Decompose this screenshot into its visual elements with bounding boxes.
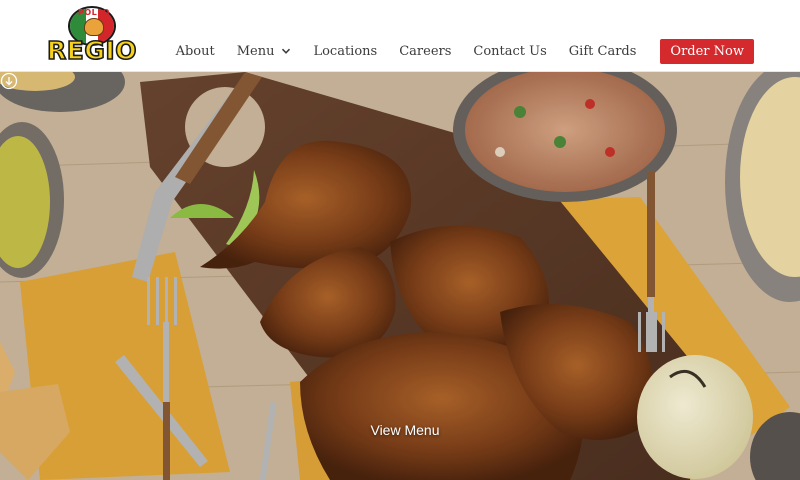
nav-gift-cards-label: Gift Cards — [568, 43, 637, 59]
hero-food-image — [0, 72, 800, 480]
logo-top-text: POLLO — [78, 8, 110, 17]
logo-main-text: REGIO — [46, 35, 137, 66]
chicken-icon — [84, 18, 104, 36]
nav-about[interactable]: About — [176, 44, 215, 59]
nav-menu[interactable]: Menu — [237, 44, 292, 59]
main-navigation: About Menu Locations Careers Contact Us … — [154, 38, 754, 64]
site-header: POLLO REGIO About Menu Locations Careers… — [0, 0, 800, 72]
hero-banner: View Menu — [0, 72, 800, 480]
order-now-button[interactable]: Order Now — [660, 38, 754, 64]
pollo-regio-logo[interactable]: POLLO REGIO — [40, 6, 144, 68]
nav-about-label: About — [175, 43, 215, 59]
nav-gift-cards[interactable]: Gift Cards — [569, 44, 637, 59]
nav-contact-us[interactable]: Contact Us — [473, 44, 546, 59]
nav-locations[interactable]: Locations — [313, 44, 377, 59]
nav-menu-label: Menu — [236, 43, 275, 59]
view-menu-link[interactable]: View Menu — [350, 422, 460, 438]
nav-careers[interactable]: Careers — [399, 44, 451, 59]
nav-contact-label: Contact Us — [473, 43, 547, 59]
nav-careers-label: Careers — [399, 43, 452, 59]
chevron-down-icon — [282, 48, 291, 54]
nav-locations-label: Locations — [313, 43, 378, 59]
chevron-down-circle-icon[interactable] — [0, 72, 18, 90]
